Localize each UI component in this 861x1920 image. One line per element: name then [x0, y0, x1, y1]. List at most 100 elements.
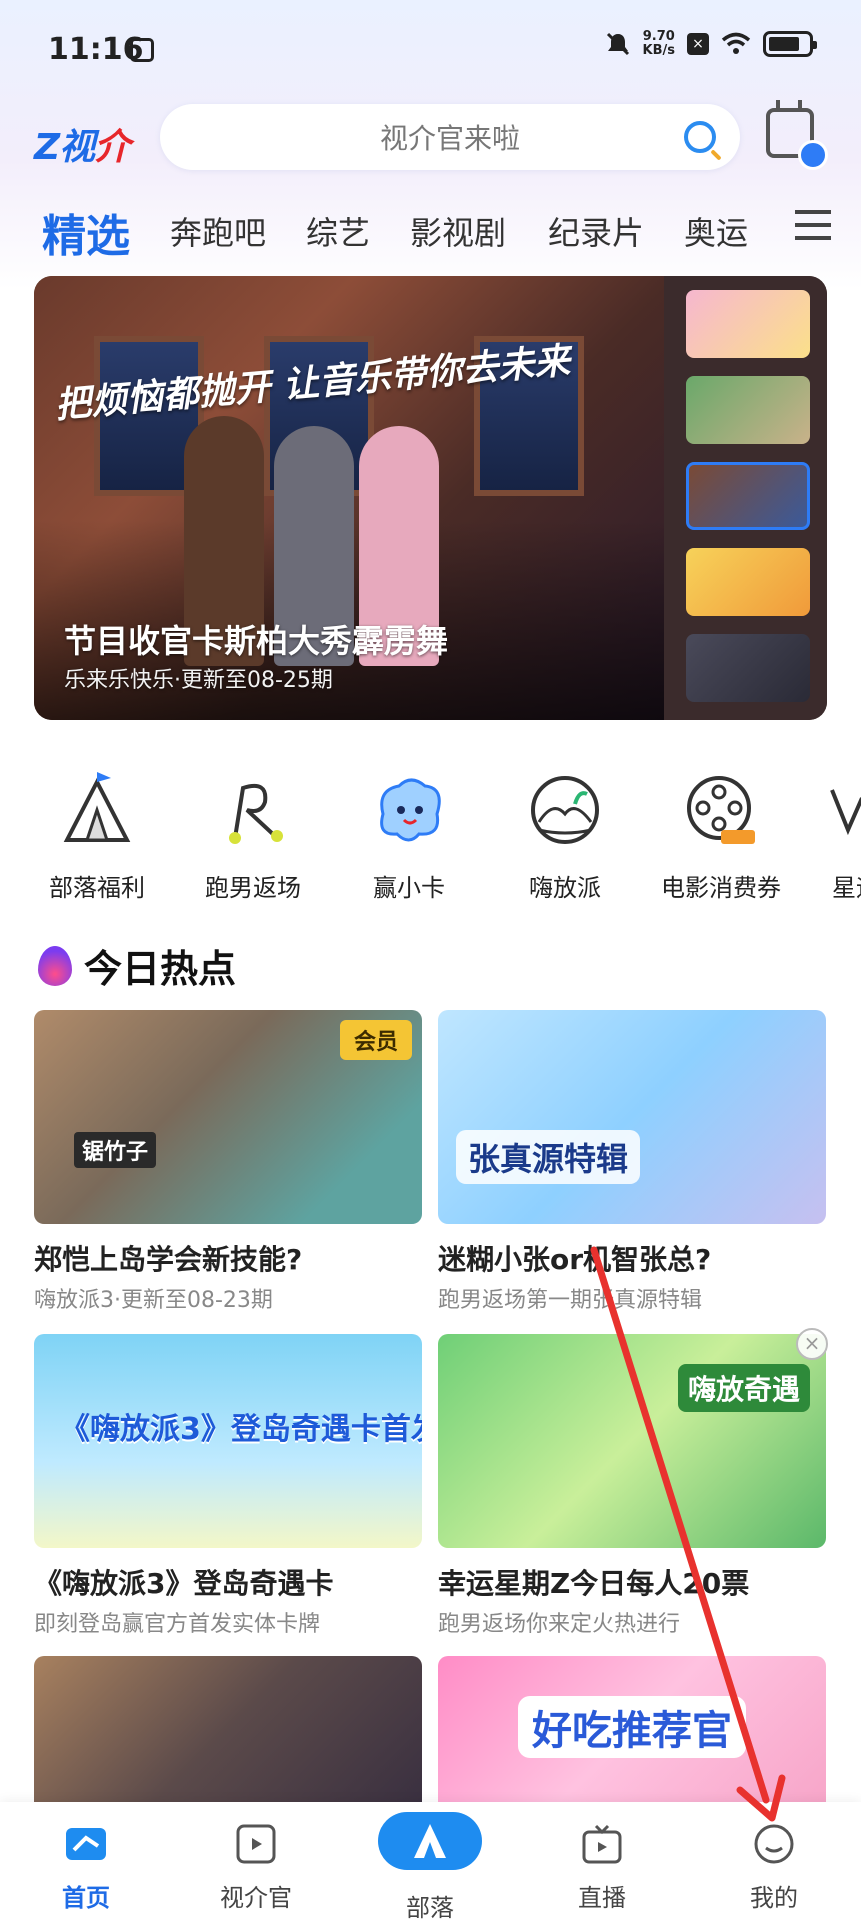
card-thumbnail: 嗨放奇遇 — [438, 1334, 826, 1548]
film-reel-icon — [681, 770, 761, 850]
banner-title: 节目收官卡斯柏大秀霹雳舞 — [64, 622, 449, 660]
category-tabs: 精选 奔跑吧 综艺 影视剧 纪录片 奥运 — [0, 200, 861, 262]
card-subtitle: 嗨放派3·更新至08-23期 — [34, 1288, 273, 1313]
net-speed-unit: KB/s — [642, 43, 675, 58]
nav-tribe-button[interactable] — [378, 1812, 482, 1870]
banner-thumb[interactable] — [686, 290, 810, 358]
card-overlay-text: 《嗨放派3》登岛奇遇卡首发 — [60, 1412, 422, 1447]
banner-subtitle: 乐来乐快乐·更新至08-25期 — [64, 668, 333, 693]
card-title: 郑恺上岛学会新技能? — [34, 1243, 303, 1276]
card-overlay-text: 嗨放奇遇 — [678, 1364, 811, 1412]
section-title: 今日热点 — [84, 947, 237, 991]
tab-drama[interactable]: 影视剧 — [410, 208, 506, 254]
nav-label: 直播 — [578, 1884, 626, 1912]
card-subtitle: 跑男返场你来定火热进行 — [438, 1612, 681, 1637]
mute-bell-icon — [606, 32, 629, 56]
content-card[interactable]: 《嗨放派3》登岛奇遇卡首发 《嗨放派3》登岛奇遇卡 即刻登岛赢官方首发实体卡牌 — [34, 1334, 422, 1638]
card-thumbnail: 会员 锯竹子 — [34, 1010, 422, 1224]
nav-label: 我的 — [750, 1884, 798, 1912]
card-title: 幸运星期Z今日每人20票 — [438, 1567, 750, 1600]
tab-variety[interactable]: 综艺 — [306, 208, 370, 254]
quick-link-label: 跑男返场 — [205, 874, 301, 902]
card-title: 迷糊小张or机智张总? — [438, 1243, 712, 1276]
quick-links: 部落福利 跑男返场 赢小卡 嗨放派 电影消费券 星运 — [0, 770, 861, 903]
card-overlay-text: 张真源特辑 — [456, 1130, 641, 1184]
tent-icon — [414, 1824, 446, 1858]
wifi-icon — [721, 32, 751, 54]
nav-tribe-label: 部落 — [406, 1894, 454, 1920]
nav-label: 视介官 — [220, 1884, 292, 1912]
tv-icon — [578, 1820, 626, 1868]
app-logo: Z视介 — [34, 127, 130, 168]
quick-link-win-cards[interactable]: 赢小卡 — [334, 770, 484, 903]
home-icon — [62, 1820, 110, 1868]
status-icons: 9.70 KB/s × — [605, 30, 817, 58]
content-card[interactable]: 张真源特辑 迷糊小张or机智张总? 跑男返场第一期张真源特辑 — [438, 1010, 826, 1314]
net-speed-value: 9.70 — [642, 29, 675, 44]
nav-live[interactable]: 直播 — [542, 1820, 662, 1913]
search-bar[interactable]: 视介官来啦 — [160, 104, 740, 170]
clock-icon — [798, 140, 828, 170]
island-icon — [525, 770, 605, 850]
flame-icon — [38, 945, 72, 986]
banner-thumb[interactable] — [686, 548, 810, 616]
quick-link-label: 部落福利 — [49, 874, 145, 902]
quick-link-hi-party[interactable]: 嗨放派 — [490, 770, 640, 903]
content-card[interactable] — [34, 1656, 422, 1802]
tab-olympics[interactable]: 奥运 — [684, 208, 748, 254]
running-r-icon — [213, 770, 293, 850]
quick-link-label: 赢小卡 — [373, 874, 445, 902]
card-thumbnail — [34, 1656, 422, 1802]
card-overlay-text: 好吃推荐官 — [518, 1696, 746, 1758]
search-icon[interactable] — [684, 121, 716, 153]
menu-icon[interactable] — [795, 210, 831, 240]
banner-thumbnails — [664, 276, 827, 720]
quick-link-star[interactable]: 星运 — [802, 770, 861, 903]
card-thumbnail: 《嗨放派3》登岛奇遇卡首发 — [34, 1334, 422, 1548]
nav-home[interactable]: 首页 — [26, 1820, 146, 1913]
quick-link-movie-coupon[interactable]: 电影消费券 — [646, 770, 796, 903]
bottom-nav: 首页 视介官 部落 直播 我的 — [0, 1802, 861, 1920]
notification-icon — [130, 38, 154, 62]
banner-thumb[interactable] — [686, 376, 810, 444]
status-bar: 11:16 9.70 KB/s × — [0, 0, 861, 100]
quick-link-running-man[interactable]: 跑男返场 — [178, 770, 328, 903]
app-header: Z视介 视介官来啦 — [0, 100, 861, 180]
card-thumbnail: 好吃推荐官 — [438, 1656, 826, 1802]
card-thumbnail: 张真源特辑 — [438, 1010, 826, 1224]
card-subtitle: 即刻登岛赢官方首发实体卡牌 — [34, 1612, 321, 1637]
video-icon — [232, 1820, 280, 1868]
section-today-hot: 今日热点 — [38, 938, 236, 993]
close-icon[interactable]: × — [796, 1328, 828, 1360]
quick-link-label: 嗨放派 — [529, 874, 601, 902]
profile-face-icon — [750, 1820, 798, 1868]
banner-thumb-active[interactable] — [686, 462, 810, 530]
card-overlay-text: 锯竹子 — [74, 1132, 157, 1168]
no-sim-icon: × — [687, 33, 709, 55]
card-title: 《嗨放派3》登岛奇遇卡 — [34, 1567, 334, 1600]
hero-banner[interactable]: 把烦恼都抛开 让音乐带你去未来 节目收官卡斯柏大秀霹雳舞 乐来乐快乐·更新至08… — [34, 276, 827, 720]
banner-image: 把烦恼都抛开 让音乐带你去未来 节目收官卡斯柏大秀霹雳舞 乐来乐快乐·更新至08… — [34, 276, 664, 720]
tab-featured[interactable]: 精选 — [42, 200, 130, 264]
tab-documentary[interactable]: 纪录片 — [548, 208, 644, 254]
vip-badge: 会员 — [339, 1020, 412, 1060]
quick-link-label: 电影消费券 — [661, 874, 781, 902]
star-icon — [828, 770, 861, 850]
net-speed: 9.70 KB/s — [643, 30, 675, 58]
calendar-icon[interactable] — [766, 100, 828, 170]
banner-thumb[interactable] — [686, 634, 810, 702]
nav-mine[interactable]: 我的 — [714, 1820, 834, 1913]
tent-icon — [57, 770, 137, 850]
tab-running-man[interactable]: 奔跑吧 — [170, 208, 266, 254]
cloud-mascot-icon — [369, 770, 449, 850]
content-card[interactable]: 好吃推荐官 — [438, 1656, 826, 1802]
content-card[interactable]: 嗨放奇遇 幸运星期Z今日每人20票 跑男返场你来定火热进行 — [438, 1334, 826, 1638]
nav-label: 首页 — [62, 1884, 110, 1912]
card-subtitle: 跑男返场第一期张真源特辑 — [438, 1288, 703, 1313]
nav-shijieguan[interactable]: 视介官 — [196, 1820, 316, 1913]
content-card[interactable]: 会员 锯竹子 郑恺上岛学会新技能? 嗨放派3·更新至08-23期 — [34, 1010, 422, 1314]
quick-link-label: 星运 — [832, 874, 861, 902]
search-placeholder: 视介官来啦 — [379, 122, 520, 155]
quick-link-tribe-benefits[interactable]: 部落福利 — [22, 770, 172, 903]
battery-icon — [763, 31, 817, 57]
